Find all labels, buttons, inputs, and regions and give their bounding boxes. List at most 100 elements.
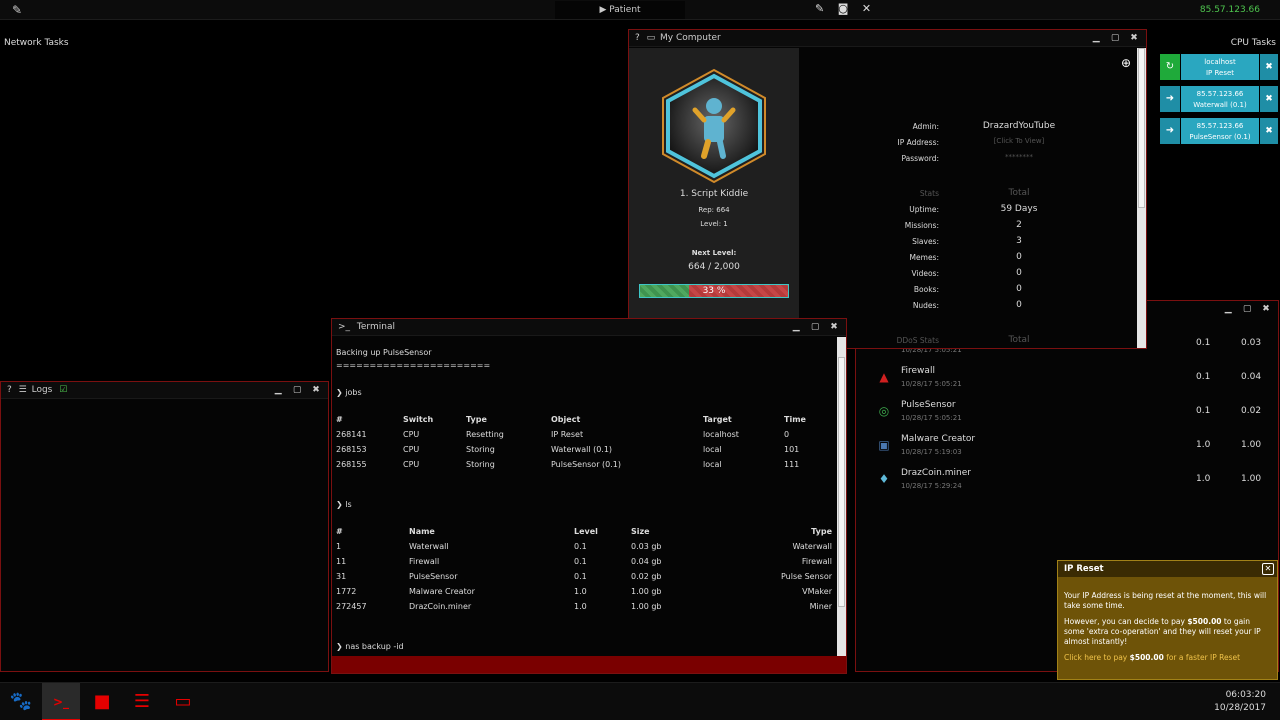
cpu-task-info: 85.57.123.66 Waterwall (0.1): [1181, 86, 1259, 112]
popup-message: Your IP Address is being reset at the mo…: [1064, 591, 1267, 610]
cpu-task[interactable]: ➜ 85.57.123.66 Waterwall (0.1) ✖: [1160, 86, 1278, 112]
monitor-icon: ▭: [646, 33, 656, 43]
ls-cell: 0.1: [574, 572, 587, 581]
window-titlebar[interactable]: >_ Terminal ▁ ▢ ✖: [332, 319, 846, 336]
nas-item[interactable]: ♦ DrazCoin.miner 10/28/17 5:29:24 1.0 1.00: [876, 466, 1261, 500]
arrow-icon[interactable]: ➜: [1160, 118, 1180, 144]
popup-offer: However, you can decide to pay $500.00 t…: [1064, 617, 1261, 646]
terminal-icon: >_: [338, 322, 351, 332]
list-icon[interactable]: ☰: [123, 683, 161, 720]
jobs-cell: 101: [784, 445, 800, 454]
ls-cell: Firewall: [409, 557, 440, 566]
jobs-cell: Storing: [466, 460, 495, 469]
rank-badge-icon: [662, 68, 766, 184]
ls-cell: Pulse Sensor: [780, 572, 832, 581]
cancel-task-button[interactable]: ✖: [1260, 86, 1278, 112]
terminal-taskbar-icon[interactable]: >_: [42, 683, 80, 720]
minimize-button[interactable]: ▁: [1220, 301, 1236, 318]
arrow-icon[interactable]: ➜: [1160, 86, 1180, 112]
level: Level: 1: [700, 220, 728, 228]
cpu-tasks-title: CPU Tasks: [1230, 38, 1276, 48]
ddos-header-value: Total: [1008, 335, 1030, 345]
cpu-task-host: 85.57.123.66: [1196, 90, 1244, 98]
monitor-icon[interactable]: ▭: [164, 683, 202, 720]
popup-title-text: IP Reset: [1064, 564, 1104, 574]
pay-link[interactable]: Click here to pay $500.00 for a faster I…: [1064, 653, 1271, 663]
cancel-task-button[interactable]: ✖: [1260, 54, 1278, 80]
jobs-header: Target: [703, 415, 732, 424]
prompt-icon: ❯: [336, 500, 343, 509]
scrollbar[interactable]: [1137, 48, 1146, 348]
stat-nudes-label: Nudes:: [912, 301, 939, 310]
app-menu-icon[interactable]: ✎: [12, 3, 22, 17]
window-titlebar[interactable]: ? ▭ My Computer ▁ ▢ ✖: [629, 30, 1146, 47]
file-level: 0.1: [1196, 338, 1211, 348]
close-button[interactable]: ✖: [1126, 30, 1142, 47]
help-icon[interactable]: ?: [7, 385, 12, 395]
prompt-line: ❯ nas backup -id: [336, 642, 404, 651]
patient-tab[interactable]: ▶ Patient: [555, 1, 685, 19]
ls-cell: 1.00 gb: [631, 587, 662, 596]
cpu-task-host: localhost: [1204, 58, 1236, 66]
command-text: jobs: [345, 388, 362, 397]
jobs-header: Switch: [403, 415, 434, 424]
jobs-header: Object: [551, 415, 581, 424]
file-name: PulseSensor: [901, 400, 956, 410]
nas-item[interactable]: ◎ PulseSensor 10/28/17 5:05:21 0.1 0.02: [876, 398, 1261, 432]
cpu-task-name: Waterwall (0.1): [1193, 101, 1247, 109]
brush-icon[interactable]: ✎: [815, 2, 824, 15]
terminal-input[interactable]: [332, 656, 846, 673]
jobs-cell: CPU: [403, 445, 420, 454]
ls-header: #: [336, 527, 343, 536]
nas-item[interactable]: ▲ Firewall 10/28/17 5:05:21 0.1 0.04: [876, 364, 1261, 398]
cpu-task[interactable]: ↻ localhost IP Reset ✖: [1160, 54, 1278, 80]
zoom-icon[interactable]: ⊕: [1121, 56, 1131, 70]
file-name: Firewall: [901, 366, 935, 376]
minimize-button[interactable]: ▁: [788, 319, 804, 336]
refresh-icon[interactable]: ↻: [1160, 54, 1180, 80]
terminal-scrollbar[interactable]: [837, 337, 846, 657]
ls-header: Name: [409, 527, 435, 536]
cpu-task-info: 85.57.123.66 PulseSensor (0.1): [1181, 118, 1259, 144]
maximize-button[interactable]: ▢: [807, 319, 823, 336]
popup-close-button[interactable]: ✕: [1262, 563, 1274, 575]
camera-icon[interactable]: ◙: [838, 2, 849, 15]
folder-icon[interactable]: ■: [83, 683, 121, 720]
minimize-button[interactable]: ▁: [270, 382, 286, 399]
stat-books-value: 0: [1016, 284, 1022, 294]
close-button[interactable]: ✖: [826, 319, 842, 336]
jobs-cell: Waterwall (0.1): [551, 445, 613, 454]
nas-item[interactable]: ▣ Malware Creator 10/28/17 5:19:03 1.0 1.00: [876, 432, 1261, 466]
logs-window: ? ☰ Logs ☑ ▁ ▢ ✖: [0, 381, 329, 672]
paw-icon[interactable]: 🐾: [2, 683, 40, 720]
computer-info-pane: ⊕ Admin: DrazardYouTube IP Address: [Click …: [799, 48, 1137, 348]
ls-cell: 0.03 gb: [631, 542, 662, 551]
help-icon[interactable]: ?: [635, 33, 640, 43]
close-button[interactable]: ✖: [1258, 301, 1274, 318]
jobs-cell: PulseSensor (0.1): [551, 460, 621, 469]
file-icon: ▣: [878, 438, 890, 452]
ls-cell: Firewall: [801, 557, 832, 566]
maximize-button[interactable]: ▢: [1239, 301, 1255, 318]
ls-cell: 1772: [336, 587, 357, 596]
ls-cell: Waterwall: [409, 542, 449, 551]
ls-header: Type: [811, 527, 832, 536]
cpu-task[interactable]: ➜ 85.57.123.66 PulseSensor (0.1) ✖: [1160, 118, 1278, 144]
maximize-button[interactable]: ▢: [289, 382, 305, 399]
stat-memes-value: 0: [1016, 252, 1022, 262]
prompt-line: ❯ jobs: [336, 388, 362, 397]
prompt-icon: ❯: [336, 642, 343, 651]
close-button[interactable]: ✖: [308, 382, 324, 399]
cancel-task-button[interactable]: ✖: [1260, 118, 1278, 144]
minimize-button[interactable]: ▁: [1088, 30, 1104, 47]
fullscreen-icon[interactable]: ✕: [862, 2, 871, 15]
window-titlebar[interactable]: ? ☰ Logs ☑ ▁ ▢ ✖: [1, 382, 328, 399]
ls-cell: 1: [336, 542, 342, 551]
maximize-button[interactable]: ▢: [1107, 30, 1123, 47]
ls-cell: 1.0: [574, 587, 587, 596]
ls-header: Level: [574, 527, 598, 536]
level-progress-bar: 33 %: [639, 284, 789, 298]
ip-address-value[interactable]: [Click To View]: [959, 137, 1079, 145]
profile-pane: 1. Script Kiddie Rep: 664 Level: 1 Next …: [629, 48, 799, 348]
check-icon[interactable]: ☑: [59, 385, 67, 395]
